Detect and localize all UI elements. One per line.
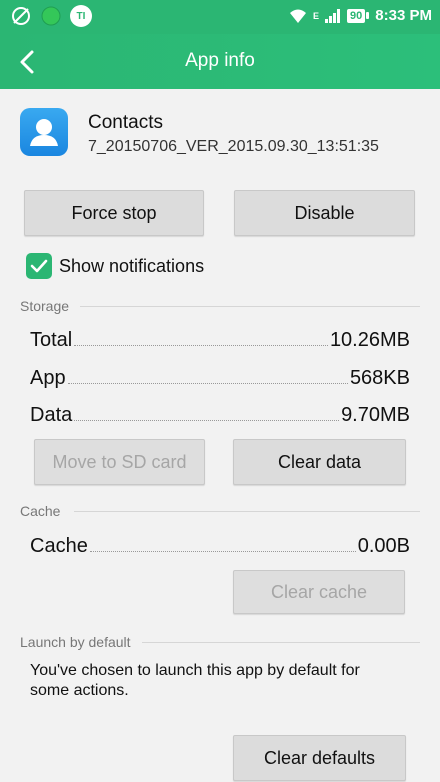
network-type: E xyxy=(313,10,320,21)
wifi-icon xyxy=(290,9,307,23)
cache-row: Cache 0.00B xyxy=(30,532,410,558)
row-label: Cache xyxy=(30,535,88,557)
row-label: Total xyxy=(30,329,73,351)
battery-icon: 90 xyxy=(347,8,370,23)
row-label: App xyxy=(30,367,66,389)
row-value: 0.00B xyxy=(357,535,410,557)
contacts-app-icon xyxy=(20,108,68,156)
show-notifications-checkbox[interactable] xyxy=(26,253,52,279)
row-label: Data xyxy=(30,404,73,426)
launch-default-header: Launch by default xyxy=(20,634,131,650)
cache-header: Cache xyxy=(20,503,61,519)
cache-divider xyxy=(74,511,420,512)
storage-row-data: Data 9.70MB xyxy=(30,401,410,427)
row-value: 10.26MB xyxy=(329,329,410,351)
launch-default-divider xyxy=(142,642,420,643)
app-version: 7_20150706_VER_2015.09.30_13:51:35 xyxy=(88,138,379,155)
page-title: App info xyxy=(185,50,255,71)
clear-data-button[interactable]: Clear data xyxy=(233,439,406,485)
green-dot-icon xyxy=(41,6,61,26)
app-bar: App info xyxy=(0,34,440,89)
storage-header: Storage xyxy=(20,298,70,314)
row-value: 568KB xyxy=(349,367,410,389)
battery-level: 90 xyxy=(347,8,366,23)
storage-divider xyxy=(80,306,420,307)
disable-button[interactable]: Disable xyxy=(234,190,415,236)
force-stop-button[interactable]: Force stop xyxy=(24,190,204,236)
launch-default-description: You've chosen to launch this app by defa… xyxy=(30,662,360,699)
app-name: Contacts xyxy=(88,112,163,133)
status-bar: TI E 90 8:33 PM xyxy=(0,0,440,34)
ti-badge-icon: TI xyxy=(70,5,92,27)
clear-cache-button[interactable]: Clear cache xyxy=(233,570,405,614)
row-value: 9.70MB xyxy=(341,404,410,426)
status-time: 8:33 PM xyxy=(375,7,432,24)
checkmark-icon xyxy=(30,259,48,273)
show-notifications-label: Show notifications xyxy=(59,256,205,276)
no-location-icon xyxy=(12,7,30,25)
move-to-sd-card-button[interactable]: Move to SD card xyxy=(34,439,205,485)
signal-icon xyxy=(325,8,341,23)
clear-defaults-button[interactable]: Clear defaults xyxy=(233,735,406,781)
storage-row-total: Total 10.26MB xyxy=(30,326,410,352)
storage-row-app: App 568KB xyxy=(30,364,410,390)
